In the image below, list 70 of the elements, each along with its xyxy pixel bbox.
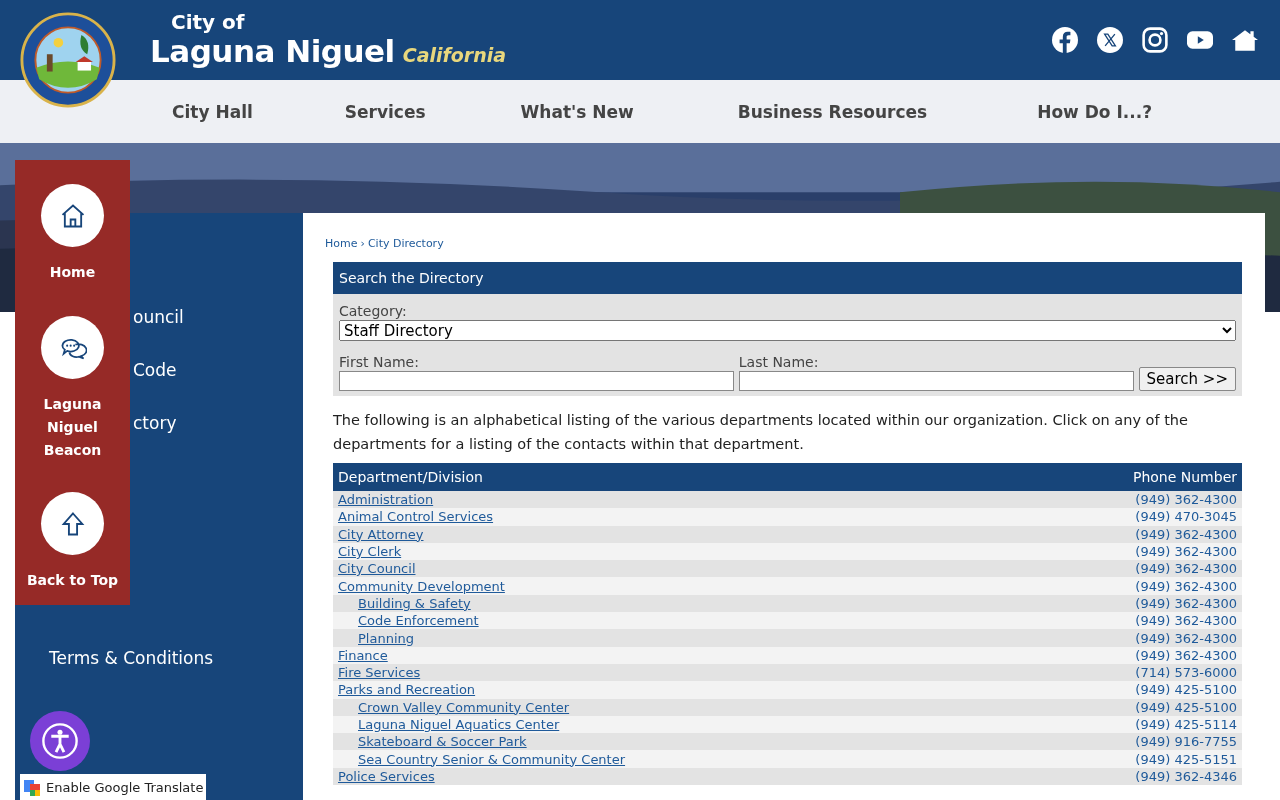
department-link[interactable]: Police Services bbox=[338, 768, 435, 784]
phone-number: (714) 573-6000 bbox=[1135, 665, 1237, 681]
first-name-field[interactable] bbox=[339, 371, 734, 391]
phone-number: (949) 425-5100 bbox=[1135, 699, 1237, 715]
department-link[interactable]: Parks and Recreation bbox=[338, 682, 476, 698]
site-title-prefix: City of bbox=[171, 11, 246, 33]
phone-number: (949) 916-7755 bbox=[1135, 734, 1237, 750]
section-header: Search the Directory bbox=[333, 262, 1242, 294]
phone-number: (949) 362-4300 bbox=[1135, 526, 1237, 542]
nav-menu-item[interactable]: How Do I...? bbox=[1037, 101, 1152, 122]
phone-number: (949) 470-3045 bbox=[1135, 509, 1237, 525]
phone-number: (949) 362-4300 bbox=[1135, 544, 1237, 560]
department-link[interactable]: Sea Country Senior & Community Center bbox=[358, 751, 626, 767]
translate-label[interactable]: Enable Google Translate bbox=[46, 780, 204, 795]
google-translate-icon bbox=[24, 779, 40, 796]
facebook-icon[interactable] bbox=[1052, 27, 1078, 53]
column-header: Phone Number bbox=[1132, 469, 1237, 485]
x-icon[interactable] bbox=[1097, 27, 1123, 53]
field-label: Last Name: bbox=[738, 353, 820, 371]
nav-menu-item[interactable]: City Hall bbox=[172, 101, 253, 122]
sidebar-link[interactable]: ouncil bbox=[133, 306, 184, 328]
translate-button[interactable]: Enable Google Translate bbox=[20, 774, 206, 800]
quick-link-label[interactable]: Back to Top bbox=[17, 569, 128, 592]
department-link[interactable]: Finance bbox=[338, 647, 388, 663]
phone-number: (949) 362-4300 bbox=[1135, 613, 1237, 629]
field-label: First Name: bbox=[339, 353, 420, 371]
nav-menu-item[interactable]: Services bbox=[344, 101, 426, 122]
phone-number: (949) 362-4300 bbox=[1135, 561, 1237, 577]
department-link[interactable]: City Council bbox=[338, 561, 416, 577]
department-link[interactable]: City Attorney bbox=[338, 526, 424, 542]
last-name-field[interactable] bbox=[738, 371, 1134, 391]
sidebar-link[interactable]: Terms & Conditions bbox=[49, 647, 214, 669]
department-link[interactable]: Building & Safety bbox=[358, 595, 471, 611]
sidebar-link[interactable]: ctory bbox=[133, 412, 177, 434]
department-link[interactable]: Community Development bbox=[338, 578, 505, 594]
intro-paragraph: The following is an alphabetical listing of the various departments located within our organization. Click on any of the departments for a listing of the contacts within that department. bbox=[333, 411, 1189, 454]
department-link[interactable]: Skateboard & Soccer Park bbox=[358, 734, 527, 750]
department-link[interactable]: Planning bbox=[358, 630, 414, 646]
nav-menu-item[interactable]: What's New bbox=[520, 101, 634, 122]
phone-number: (949) 362-4300 bbox=[1135, 647, 1237, 663]
quick-link-label[interactable]: Home bbox=[32, 261, 113, 284]
search-button[interactable]: Search >> bbox=[1138, 367, 1236, 391]
category-dropdown[interactable]: Staff Directory bbox=[339, 320, 1236, 341]
breadcrumb-link[interactable]: City Directory bbox=[367, 237, 444, 250]
column-header: Department/Division bbox=[338, 469, 483, 485]
department-link[interactable]: Administration bbox=[338, 492, 434, 508]
site-subtitle: California bbox=[402, 44, 507, 66]
site-title[interactable]: Laguna Niguel bbox=[150, 33, 395, 69]
phone-number: (949) 362-4300 bbox=[1135, 595, 1237, 611]
department-link[interactable]: Fire Services bbox=[338, 665, 421, 681]
nav-menu-item[interactable]: Business Resources bbox=[737, 101, 928, 122]
instagram-icon[interactable] bbox=[1142, 27, 1168, 53]
phone-number: (949) 362-4300 bbox=[1135, 492, 1237, 508]
sidebar-link[interactable]: Code bbox=[133, 359, 177, 381]
field-label: Category: bbox=[339, 302, 408, 320]
department-link[interactable]: Code Enforcement bbox=[358, 613, 479, 629]
phone-number: (949) 362-4300 bbox=[1135, 630, 1237, 646]
department-link[interactable]: Crown Valley Community Center bbox=[358, 699, 570, 715]
department-link[interactable]: Laguna Niguel Aquatics Center bbox=[358, 717, 560, 732]
phone-number: (949) 362-4300 bbox=[1135, 578, 1237, 594]
department-link[interactable]: Animal Control Services bbox=[338, 509, 494, 525]
breadcrumb-separator: › bbox=[360, 237, 365, 250]
accessibility-icon bbox=[41, 722, 79, 760]
phone-number: (949) 362-4346 bbox=[1135, 768, 1237, 784]
quick-link-label[interactable]: Laguna Niguel Beacon bbox=[32, 393, 113, 462]
phone-number: (949) 425-5100 bbox=[1135, 682, 1237, 698]
phone-number: (949) 425-5151 bbox=[1135, 751, 1237, 767]
phone-number: (949) 425-5114 bbox=[1135, 717, 1237, 732]
breadcrumb-link[interactable]: Home bbox=[325, 237, 358, 250]
department-link[interactable]: City Clerk bbox=[338, 544, 402, 560]
